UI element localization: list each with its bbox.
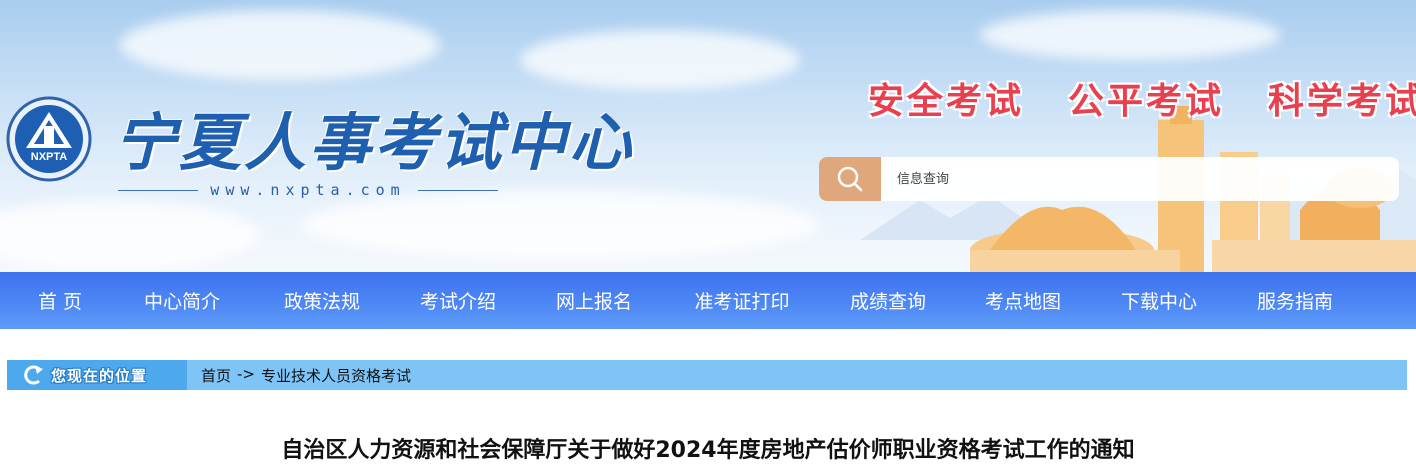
nav-item-home[interactable]: 首 页 [14,272,106,329]
return-arrow-icon [24,365,43,385]
nav-item-score-query[interactable]: 成绩查询 [826,272,950,329]
breadcrumb-home-link[interactable]: 首页 [201,365,231,386]
search-input[interactable] [881,157,1399,201]
slogan-fair: 公平考试 [1068,81,1225,122]
slogan-safe: 安全考试 [868,81,1025,122]
nav-item-admission-ticket[interactable]: 准考证打印 [658,272,826,329]
search-box [819,157,1399,201]
nav-item-registration[interactable]: 网上报名 [530,272,658,329]
divider-line [118,189,199,191]
divider-line [417,189,498,191]
site-title: 宁夏人事考试中心 [114,106,635,179]
nav-item-exam-site-map[interactable]: 考点地图 [950,272,1096,329]
breadcrumb-label: 您现在的位置 [51,366,148,385]
breadcrumb-separator: -> [237,364,255,383]
breadcrumb: 您现在的位置 首页 -> 专业技术人员资格考试 [7,360,1407,390]
breadcrumb-path: 首页 -> 专业技术人员资格考试 [187,365,411,386]
site-url-row: www.nxpta.com [118,178,498,202]
nav-item-about[interactable]: 中心简介 [106,272,258,329]
nav-item-policy[interactable]: 政策法规 [258,272,386,329]
nav-item-service-guide[interactable]: 服务指南 [1222,272,1368,329]
search-button[interactable] [819,157,881,201]
slogan-group: 安全考试 公平考试 科学考试 [868,72,1416,124]
breadcrumb-label-box: 您现在的位置 [7,360,187,390]
article-title: 自治区人力资源和社会保障厅关于做好2024年度房地产估价师职业资格考试工作的通知 [281,438,1135,463]
breadcrumb-category-link[interactable]: 专业技术人员资格考试 [261,365,411,386]
logo-emblem-text: NXPTA [31,151,68,163]
main-nav: 首 页 中心简介 政策法规 考试介绍 网上报名 准考证打印 成绩查询 考点地图 … [0,272,1416,329]
site-header: NXPTA 宁夏人事考试中心 www.nxpta.com 安全考试 公平考试 科… [0,0,1416,272]
nxpta-logo-emblem: NXPTA [6,96,92,182]
site-url: www.nxpta.com [210,181,406,199]
search-icon [837,166,863,192]
nav-item-exams[interactable]: 考试介绍 [386,272,530,329]
slogan-scientific: 科学考试 [1268,81,1416,122]
nav-item-downloads[interactable]: 下载中心 [1096,272,1222,329]
